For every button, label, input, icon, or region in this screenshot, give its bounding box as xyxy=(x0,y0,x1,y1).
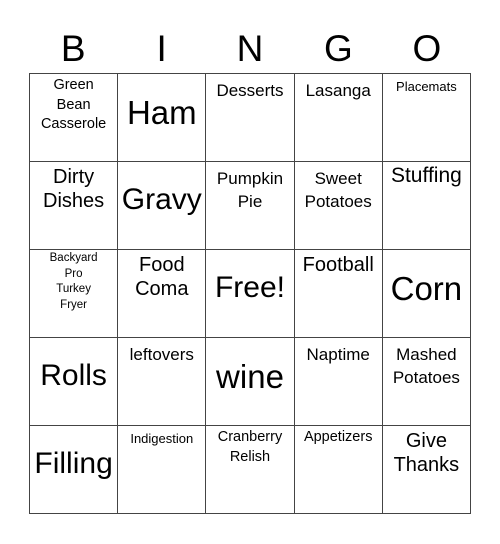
bingo-cell[interactable]: Give Thanks xyxy=(382,426,471,514)
bingo-cell[interactable]: Pumpkin Pie xyxy=(206,162,295,250)
bingo-cell-label: Backyard Pro Turkey Fryer xyxy=(49,252,98,311)
bingo-cell[interactable]: Backyard Pro Turkey Fryer xyxy=(30,250,119,338)
bingo-cell[interactable]: Football xyxy=(294,250,383,338)
bingo-cell-label: Naptime xyxy=(306,345,370,364)
bingo-cell[interactable]: Appetizers xyxy=(294,426,383,514)
bingo-cell-label: Placemats xyxy=(396,79,457,94)
bingo-cell-label: leftovers xyxy=(129,345,194,364)
bingo-cell[interactable]: Filling xyxy=(30,426,119,514)
bingo-cell-label: Corn xyxy=(390,270,463,307)
bingo-cell[interactable]: Green Bean Casserole xyxy=(30,74,119,162)
bingo-cell-label: Pumpkin Pie xyxy=(216,169,284,211)
bingo-cell-label: Dirty Dishes xyxy=(43,166,105,212)
bingo-cell-label: Filling xyxy=(34,447,113,480)
bingo-cell[interactable]: leftovers xyxy=(118,338,207,426)
bingo-cell[interactable]: Desserts xyxy=(206,74,295,162)
bingo-cell[interactable]: Free! xyxy=(206,250,295,338)
bingo-cell-label: Lasanga xyxy=(305,81,371,100)
bingo-cell[interactable]: Sweet Potatoes xyxy=(294,162,383,250)
bingo-cell-label: Stuffing xyxy=(390,164,462,187)
bingo-cell-label: Ham xyxy=(126,94,197,131)
bingo-cell[interactable]: Stuffing xyxy=(382,162,471,250)
bingo-cell-label: Free! xyxy=(214,271,285,304)
bingo-cell-label: Food Coma xyxy=(135,254,189,300)
bingo-cell-label: Cranberry Relish xyxy=(217,429,283,465)
header-letter-b: B xyxy=(60,28,86,69)
bingo-cell[interactable]: Placemats xyxy=(382,74,471,162)
bingo-cell[interactable]: Corn xyxy=(382,250,471,338)
header-letter-n: N xyxy=(236,28,264,69)
bingo-cell-label: Indigestion xyxy=(130,431,194,446)
bingo-cell-label: Sweet Potatoes xyxy=(304,169,372,211)
header-letter-o: O xyxy=(412,28,442,69)
bingo-cell[interactable]: Mashed Potatoes xyxy=(382,338,471,426)
bingo-cell[interactable]: Gravy xyxy=(118,162,207,250)
bingo-cell[interactable]: Indigestion xyxy=(118,426,207,514)
bingo-card-grid: Green Bean Casserole Ham Desserts Lasanga Pl… xyxy=(29,73,471,514)
bingo-cell-label: Appetizers xyxy=(303,429,373,445)
header-letter-i: I xyxy=(156,28,167,69)
header-letter-g: G xyxy=(324,28,353,69)
bingo-cell-label: Gravy xyxy=(121,183,202,216)
bingo-cell-label: Desserts xyxy=(216,81,284,100)
bingo-cell[interactable]: Lasanga xyxy=(294,74,383,162)
bingo-cell-label: Green Bean Casserole xyxy=(40,77,107,132)
bingo-cell-label: wine xyxy=(216,358,284,395)
bingo-cell[interactable]: Rolls xyxy=(30,338,119,426)
bingo-cell[interactable]: wine xyxy=(206,338,295,426)
bingo-cell[interactable]: Dirty Dishes xyxy=(30,162,119,250)
bingo-header: B I N G O xyxy=(29,26,471,72)
bingo-cell[interactable]: Cranberry Relish xyxy=(206,426,295,514)
bingo-cell[interactable]: Ham xyxy=(118,74,207,162)
bingo-cell-label: Mashed Potatoes xyxy=(392,345,460,387)
bingo-cell-label: Rolls xyxy=(40,359,107,392)
bingo-cell[interactable]: Food Coma xyxy=(118,250,207,338)
bingo-cell-label: Give Thanks xyxy=(393,430,460,476)
bingo-cell[interactable]: Naptime xyxy=(294,338,383,426)
bingo-cell-label: Football xyxy=(302,254,374,276)
